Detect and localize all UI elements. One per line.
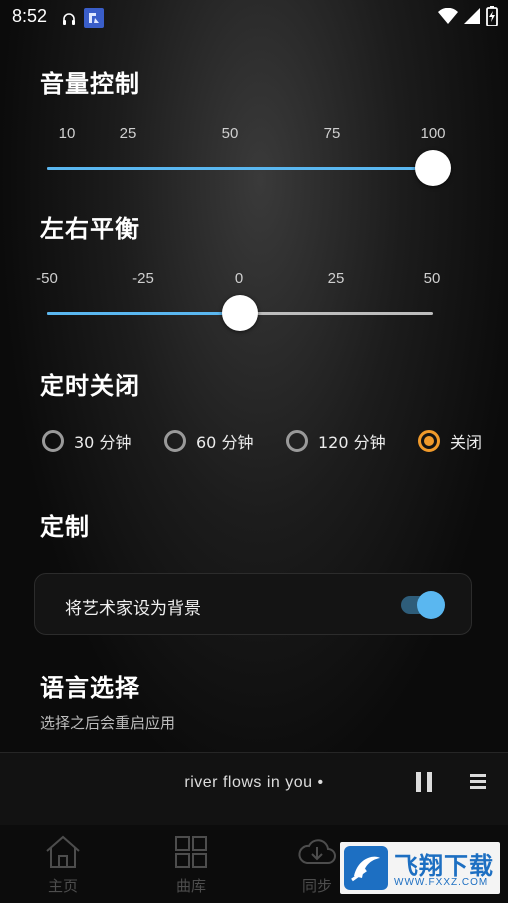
volume-slider[interactable] xyxy=(47,150,451,186)
volume-tick: 75 xyxy=(323,125,341,142)
library-grid-icon xyxy=(174,836,208,873)
status-time: 8:52 xyxy=(12,6,48,26)
radio-label: 60 分钟 xyxy=(196,433,254,452)
status-right-icons xyxy=(438,6,498,30)
balance-fill xyxy=(47,312,240,315)
volume-tick: 50 xyxy=(221,125,239,142)
artist-background-label: 将艺术家设为背景 xyxy=(65,599,201,619)
balance-tick: 25 xyxy=(327,270,345,287)
radio-circle-checked[interactable] xyxy=(418,430,440,452)
mini-player[interactable]: river flows in you • xyxy=(0,752,508,826)
home-icon xyxy=(44,835,82,873)
volume-fill xyxy=(47,167,433,170)
balance-tick: 50 xyxy=(423,270,441,287)
timer-option-30[interactable]: 30 分钟 xyxy=(42,429,131,453)
volume-title: 音量控制 xyxy=(40,70,140,98)
headphones-icon xyxy=(62,11,76,30)
radio-label: 120 分钟 xyxy=(318,433,386,452)
radio-circle[interactable] xyxy=(286,430,308,452)
volume-thumb[interactable] xyxy=(415,150,451,186)
menu-icon[interactable] xyxy=(468,773,488,795)
pause-icon[interactable] xyxy=(414,771,434,797)
volume-tick: 25 xyxy=(119,125,137,142)
watermark-url: WWW.FXXZ.COM xyxy=(394,877,489,888)
language-title[interactable]: 语言选择 xyxy=(40,668,140,703)
balance-thumb[interactable] xyxy=(222,295,258,331)
language-subtitle: 选择之后会重启应用 xyxy=(40,714,176,732)
radio-circle[interactable] xyxy=(164,430,186,452)
radio-label: 关闭 xyxy=(450,433,483,452)
toggle-thumb[interactable] xyxy=(417,591,445,619)
cell-signal-icon xyxy=(464,8,480,28)
nav-library[interactable]: 曲库 xyxy=(146,835,236,896)
balance-tick: 0 xyxy=(234,270,244,287)
battery-charging-icon xyxy=(486,6,498,30)
artist-background-card[interactable]: 将艺术家设为背景 xyxy=(34,573,472,635)
watermark-brand: 飞翔下载 xyxy=(394,852,494,880)
radio-circle[interactable] xyxy=(42,430,64,452)
nav-label: 曲库 xyxy=(175,877,206,895)
nav-home[interactable]: 主页 xyxy=(18,835,108,896)
radio-label: 30 分钟 xyxy=(74,433,132,452)
watermark-badge xyxy=(344,846,388,890)
balance-tick: -25 xyxy=(132,270,154,287)
timer-option-off[interactable]: 关闭 xyxy=(418,429,482,453)
balance-title: 左右平衡 xyxy=(40,215,140,243)
volume-tick: 10 xyxy=(58,125,76,142)
cloud-download-icon xyxy=(297,839,337,873)
timer-option-60[interactable]: 60 分钟 xyxy=(164,429,253,453)
timer-title: 定时关闭 xyxy=(40,372,140,400)
customize-title: 定制 xyxy=(40,513,90,541)
wifi-icon xyxy=(438,7,458,28)
status-left-icons xyxy=(62,8,104,32)
balance-slider[interactable] xyxy=(47,295,433,331)
balance-tick: -50 xyxy=(36,270,58,287)
nav-label: 主页 xyxy=(47,877,78,895)
app-notification-icon xyxy=(84,8,104,32)
timer-option-120[interactable]: 120 分钟 xyxy=(286,429,386,453)
volume-tick: 100 xyxy=(420,125,446,142)
watermark-logo: 飞翔下载 WWW.FXXZ.COM xyxy=(340,842,500,894)
